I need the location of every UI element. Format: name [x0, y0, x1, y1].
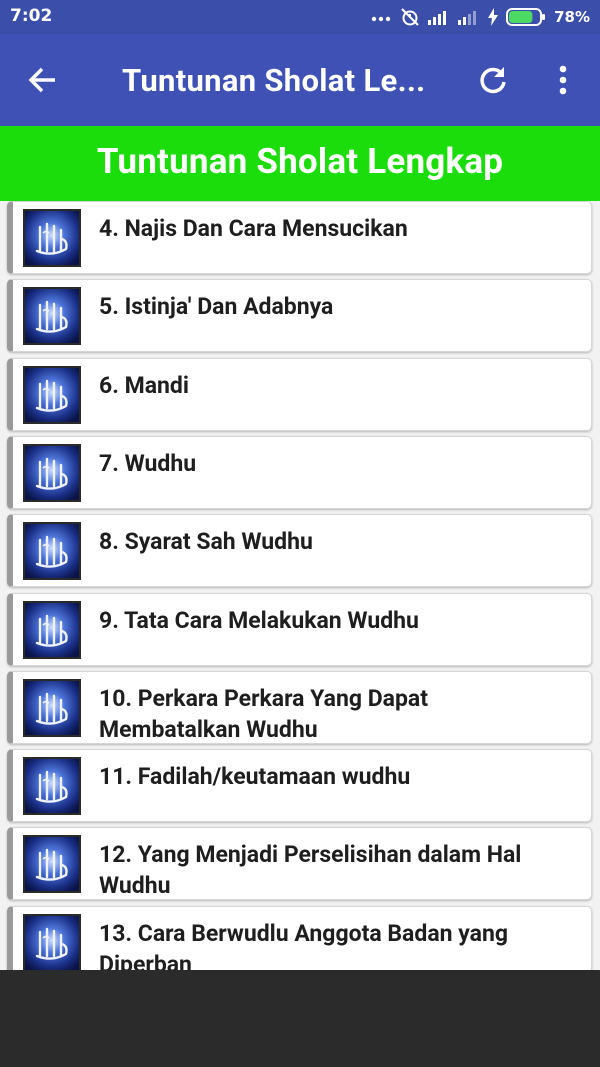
allah-calligraphy-icon [23, 366, 81, 424]
list-item-7[interactable]: 10. Perkara Perkara Yang Dapat Membatalk… [7, 671, 592, 744]
list-item-label: 4. Najis Dan Cara Mensucikan [99, 215, 408, 242]
banner-title: Tuntunan Sholat Lengkap [96, 141, 504, 182]
list-item-8[interactable]: 11. Fadilah/keutamaan wudhu [7, 749, 592, 822]
charging-icon [488, 8, 499, 26]
signal-icon [428, 9, 450, 25]
list-item-label: 11. Fadilah/keutamaan wudhu [99, 763, 411, 790]
allah-calligraphy-icon [23, 679, 81, 737]
list-item-5[interactable]: 8. Syarat Sah Wudhu [7, 514, 592, 587]
list-item-4[interactable]: 7. Wudhu [7, 436, 592, 509]
allah-calligraphy-icon [23, 287, 81, 345]
list-item-6[interactable]: 9. Tata Cara Melakukan Wudhu [7, 593, 592, 666]
allah-calligraphy-icon [23, 209, 81, 267]
allah-calligraphy-icon [23, 914, 81, 970]
refresh-icon[interactable] [473, 60, 513, 100]
list-item-label: 8. Syarat Sah Wudhu [99, 528, 313, 555]
allah-calligraphy-icon [23, 601, 81, 659]
list-item-label: 10. Perkara Perkara Yang Dapat Membatalk… [99, 685, 429, 743]
list-item-label: 7. Wudhu [99, 450, 197, 477]
list-item-3[interactable]: 6. Mandi [7, 358, 592, 431]
status-icons: 78% [370, 5, 590, 29]
app-bar: Tuntunan Sholat Le... [0, 34, 600, 126]
back-arrow-icon[interactable] [22, 60, 62, 100]
list-item-label: 5. Istinja' Dan Adabnya [99, 293, 334, 320]
list-item-label: 9. Tata Cara Melakukan Wudhu [99, 607, 419, 634]
chapter-list-container[interactable]: 4. Najis Dan Cara Mensucikan 5. Istinja'… [0, 201, 600, 970]
list-item-10[interactable]: 13. Cara Berwudlu Anggota Badan yang Dip… [7, 906, 592, 970]
list-item-label: 12. Yang Menjadi Perselisihan dalam Hal … [99, 841, 522, 899]
battery-icon [506, 8, 546, 26]
header-banner: Tuntunan Sholat Lengkap [0, 126, 600, 201]
allah-calligraphy-icon [23, 757, 81, 815]
allah-calligraphy-icon [23, 522, 81, 580]
alarm-off-icon [400, 7, 420, 27]
status-bar: 7:02 78% [0, 0, 600, 34]
list-item-1[interactable]: 4. Najis Dan Cara Mensucikan [7, 201, 592, 274]
app-title: Tuntunan Sholat Le... [122, 62, 426, 99]
allah-calligraphy-icon [23, 835, 81, 893]
allah-calligraphy-icon [23, 444, 81, 502]
more-vert-icon[interactable] [548, 60, 578, 100]
battery-percent: 78% [554, 8, 590, 26]
signal-weak-icon [458, 9, 480, 25]
list-item-9[interactable]: 12. Yang Menjadi Perselisihan dalam Hal … [7, 827, 592, 900]
list-item-2[interactable]: 5. Istinja' Dan Adabnya [7, 279, 592, 352]
list-item-label: 13. Cara Berwudlu Anggota Badan yang Dip… [99, 920, 508, 970]
more-dots-icon [370, 12, 392, 22]
list-item-label: 6. Mandi [99, 372, 189, 399]
status-time: 7:02 [10, 6, 53, 26]
bottom-blank-area [0, 970, 600, 1067]
